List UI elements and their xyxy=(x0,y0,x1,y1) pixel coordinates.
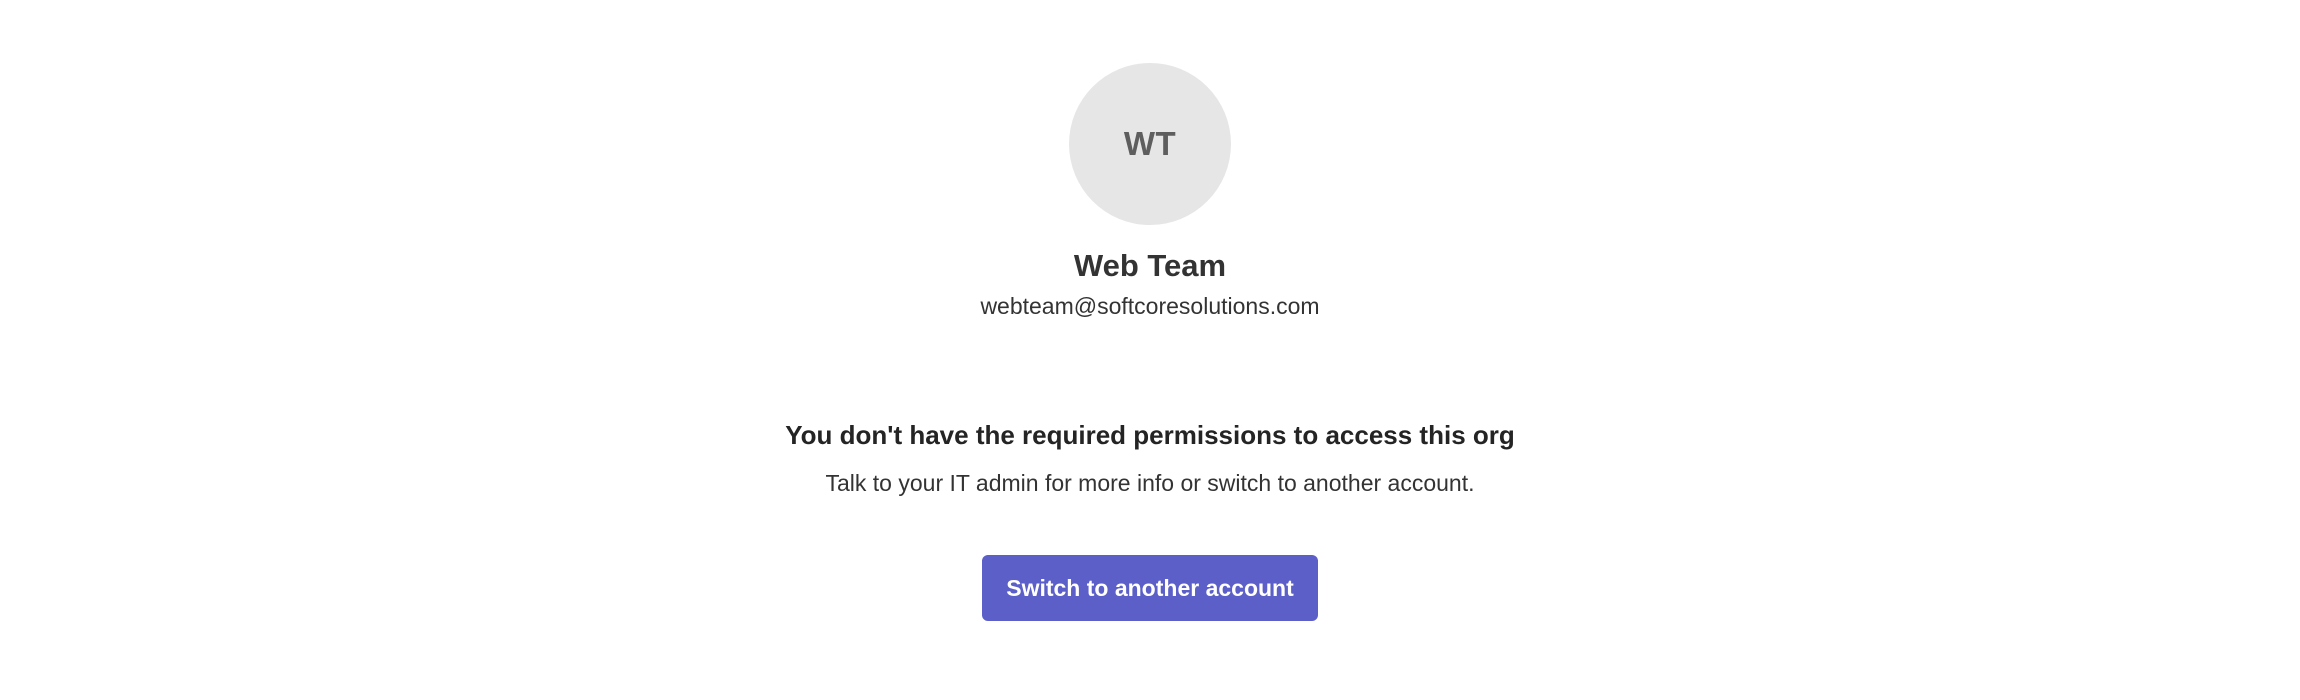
permission-error-page: WT Web Team webteam@softcoresolutions.co… xyxy=(0,0,2300,700)
avatar-initials: WT xyxy=(1123,125,1177,162)
error-subtitle: Talk to your IT admin for more info or s… xyxy=(825,470,1475,496)
account-name: Web Team xyxy=(1073,248,1227,283)
avatar: WT xyxy=(1069,63,1231,225)
account-email: webteam@softcoresolutions.com xyxy=(980,293,1320,319)
error-title: You don't have the required permissions … xyxy=(785,420,1515,450)
switch-account-button[interactable]: Switch to another account xyxy=(982,555,1318,621)
